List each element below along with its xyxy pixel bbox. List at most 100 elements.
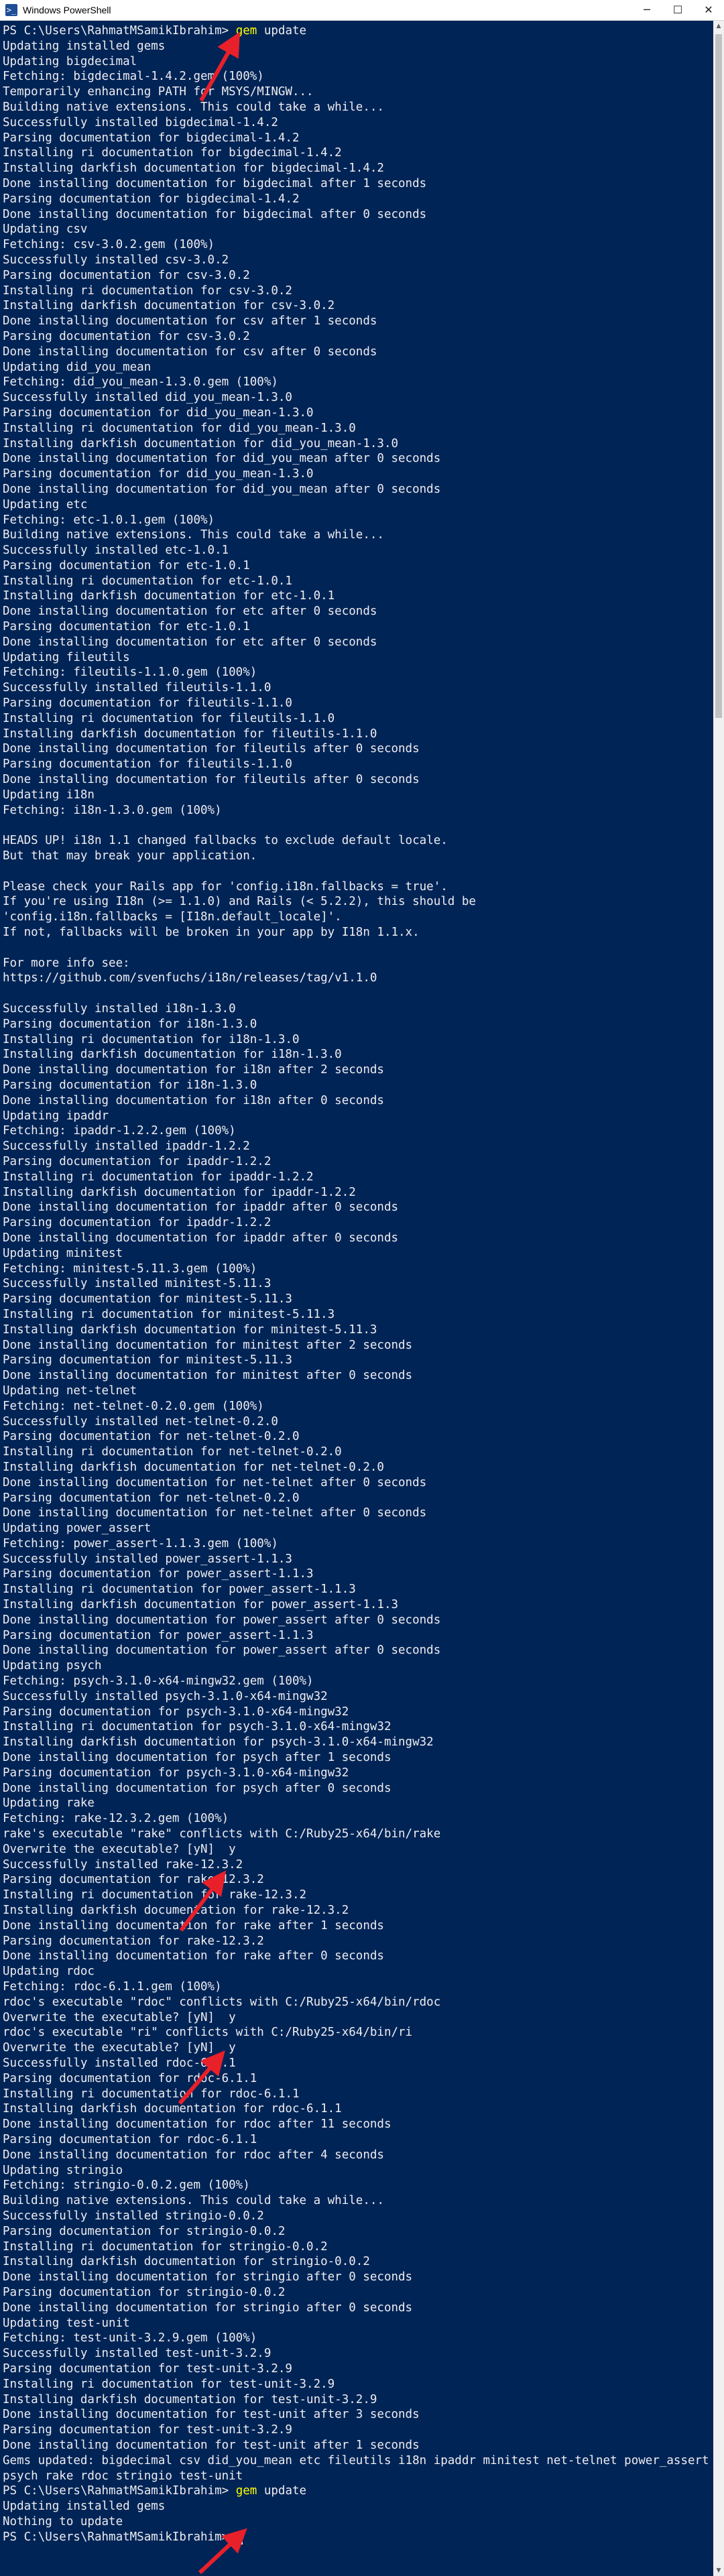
console-line: Installing ri documentation for minitest… — [3, 1307, 335, 1321]
console-line: Parsing documentation for psych-3.1.0-x6… — [3, 1766, 349, 1780]
console-line: https://github.com/svenfuchs/i18n/releas… — [3, 971, 377, 985]
console-line: Fetching: bigdecimal-1.4.2.gem (100%) — [3, 70, 264, 84]
console-output[interactable]: PS C:\Users\RahmatMSamikIbrahim> gem upd… — [0, 21, 713, 2576]
console-line: Parsing documentation for minitest-5.11.… — [3, 1353, 292, 1367]
console-line: Installing ri documentation for ipaddr-1… — [3, 1170, 314, 1184]
console-line: Please check your Rails app for 'config.… — [3, 879, 448, 894]
prompt-path: PS C:\Users\RahmatMSamikIbrahim> — [3, 2530, 236, 2544]
console-line: Done installing documentation for string… — [3, 2270, 413, 2284]
console-line: Updating fileutils — [3, 650, 130, 664]
minimize-button[interactable]: ─ — [631, 0, 662, 20]
console-line: Successfully installed rake-12.3.2 — [3, 1857, 243, 1872]
console-line: Parsing documentation for csv-3.0.2 — [3, 268, 250, 282]
console-line: Successfully installed did_you_mean-1.3.… — [3, 391, 292, 405]
console-line: Parsing documentation for i18n-1.3.0 — [3, 1078, 257, 1092]
console-line: Successfully installed net-telnet-0.2.0 — [3, 1414, 278, 1428]
console-line: Installing ri documentation for net-teln… — [3, 1445, 342, 1459]
console-line: Installing darkfish documentation for po… — [3, 1598, 399, 1612]
console-line: Done installing documentation for test-u… — [3, 2408, 420, 2422]
prompt-line: PS C:\Users\RahmatMSamikIbrahim> gem upd… — [3, 23, 712, 39]
window-title: Windows PowerShell — [23, 5, 111, 15]
console-line: Parsing documentation for stringio-0.0.2 — [3, 2224, 286, 2238]
console-line: Installing darkfish documentation for te… — [3, 2392, 377, 2406]
console-line: Overwrite the executable? [yN] y — [3, 2041, 236, 2055]
console-line: Installing ri documentation for bigdecim… — [3, 146, 342, 160]
console-line: Installing darkfish documentation for st… — [3, 2255, 370, 2269]
console-line: Done installing documentation for etc af… — [3, 635, 377, 649]
scrollbar-thumb[interactable] — [715, 34, 722, 718]
console-line: Installing darkfish documentation for et… — [3, 589, 335, 603]
console-line: Fetching: rdoc-6.1.1.gem (100%) — [3, 1980, 222, 1994]
console-line: rdoc's executable "ri" conflicts with C:… — [3, 2026, 413, 2040]
console-line: Successfully installed fileutils-1.1.0 — [3, 681, 272, 695]
console-line: Installing ri documentation for i18n-1.3… — [3, 1032, 300, 1046]
console-line: Installing darkfish documentation for mi… — [3, 1323, 377, 1337]
console-line: Installing darkfish documentation for di… — [3, 436, 399, 450]
console-line: Parsing documentation for etc-1.0.1 — [3, 558, 250, 572]
console-line: Overwrite the executable? [yN] y — [3, 1842, 236, 1856]
console-line: Done installing documentation for csv af… — [3, 345, 377, 359]
console-line: Installing ri documentation for fileutil… — [3, 711, 335, 725]
console-line: Done installing documentation for net-te… — [3, 1475, 427, 1489]
console-line: Done installing documentation for etc af… — [3, 605, 377, 619]
console-line: Fetching: rake-12.3.2.gem (100%) — [3, 1812, 229, 1826]
console-line: Updating installed gems — [3, 2500, 166, 2514]
text-cursor — [235, 2542, 243, 2545]
command-name: gem — [235, 24, 257, 38]
console-line: Done installing documentation for bigdec… — [3, 207, 427, 221]
console-line: Fetching: minitest-5.11.3.gem (100%) — [3, 1262, 257, 1276]
console-line: Done installing documentation for csv af… — [3, 314, 377, 328]
console-line: Done installing documentation for fileut… — [3, 773, 420, 787]
console-line: psych rake rdoc stringio test-unit — [3, 2469, 243, 2483]
window-controls: ─ ☐ ✕ — [631, 0, 724, 20]
prompt-path: PS C:\Users\RahmatMSamikIbrahim> — [3, 2484, 236, 2498]
console-line: Parsing documentation for fileutils-1.1.… — [3, 757, 292, 772]
console-line: Fetching: fileutils-1.1.0.gem (100%) — [3, 666, 257, 680]
console-line: If you're using I18n (>= 1.1.0) and Rail… — [3, 895, 476, 909]
console-line: Installing ri documentation for rake-12.… — [3, 1888, 307, 1902]
maximize-button[interactable]: ☐ — [662, 0, 693, 20]
close-button[interactable]: ✕ — [693, 0, 724, 20]
console-line: Successfully installed stringio-0.0.2 — [3, 2209, 264, 2223]
console-line: Done installing documentation for power_… — [3, 1613, 441, 1627]
console-line: Done installing documentation for rdoc a… — [3, 2148, 384, 2162]
console-line: Updating etc — [3, 497, 88, 511]
console-line: Done installing documentation for net-te… — [3, 1506, 427, 1520]
console-line: Installing ri documentation for test-uni… — [3, 2377, 335, 2391]
console-line: Parsing documentation for rdoc-6.1.1 — [3, 2132, 257, 2146]
console-line: Updating minitest — [3, 1246, 123, 1260]
scroll-up-icon[interactable]: ▲ — [713, 21, 724, 32]
vertical-scrollbar[interactable]: ▲ ▼ — [713, 21, 724, 2576]
console-line: Updating net-telnet — [3, 1384, 137, 1398]
console-line: Updating power_assert — [3, 1522, 152, 1536]
console-line: Done installing documentation for ipaddr… — [3, 1201, 399, 1215]
console-line: Updating rdoc — [3, 1965, 95, 1979]
console-line: Parsing documentation for net-telnet-0.2… — [3, 1491, 300, 1505]
console-line: Updating ipaddr — [3, 1109, 109, 1123]
scroll-down-icon[interactable]: ▼ — [713, 2565, 724, 2576]
console-line: Installing darkfish documentation for fi… — [3, 727, 377, 741]
console-line: Parsing documentation for csv-3.0.2 — [3, 329, 250, 343]
console-line: Successfully installed minitest-5.11.3 — [3, 1277, 272, 1291]
console-line: Installing darkfish documentation for rd… — [3, 2102, 342, 2116]
console-line: Parsing documentation for rake-12.3.2 — [3, 1934, 264, 1948]
console-line: Installing darkfish documentation for ra… — [3, 1904, 349, 1918]
console-line: Nothing to update — [3, 2514, 123, 2528]
console-line: Installing darkfish documentation for bi… — [3, 162, 384, 176]
command-args: update — [257, 2484, 307, 2498]
console-line: Fetching: ipaddr-1.2.2.gem (100%) — [3, 1124, 236, 1138]
console-line: Done installing documentation for psych … — [3, 1781, 391, 1795]
console-line: Updating bigdecimal — [3, 54, 137, 68]
console-line: Fetching: test-unit-3.2.9.gem (100%) — [3, 2331, 257, 2345]
console-line: rake's executable "rake" conflicts with … — [3, 1827, 441, 1841]
console-line: Updating psych — [3, 1659, 102, 1673]
console-line: Parsing documentation for minitest-5.11.… — [3, 1292, 292, 1306]
console-line: Fetching: power_assert-1.1.3.gem (100%) — [3, 1536, 278, 1550]
console-line: Successfully installed psych-3.1.0-x64-m… — [3, 1689, 328, 1703]
console-line: Fetching: csv-3.0.2.gem (100%) — [3, 238, 215, 252]
console-line: rdoc's executable "rdoc" conflicts with … — [3, 1995, 441, 2009]
console-line: Installing ri documentation for stringio… — [3, 2240, 328, 2254]
console-line: Installing ri documentation for etc-1.0.… — [3, 574, 292, 588]
